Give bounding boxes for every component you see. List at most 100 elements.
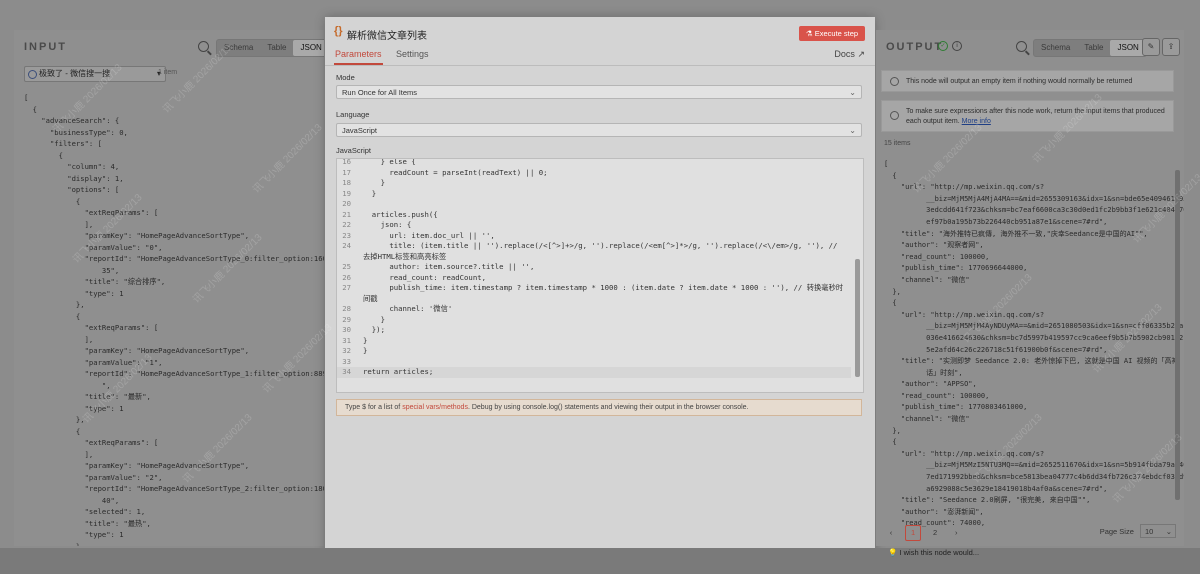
input-json-line: "extReqParams": [ xyxy=(24,208,159,217)
output-json-line: a6929088c5e3629e18419018b4af0a&scene=7#r… xyxy=(884,484,1108,493)
tab-parameters[interactable]: Parameters xyxy=(334,49,383,65)
page-size-select[interactable]: 10 ⌄ xyxy=(1140,524,1176,538)
input-json-line: { xyxy=(24,150,63,160)
tab-schema[interactable]: Schema xyxy=(1034,40,1077,56)
output-title: OUTPUT xyxy=(886,41,944,53)
info-icon[interactable]: i xyxy=(952,41,962,51)
code-line[interactable]: 间戳 xyxy=(337,294,851,305)
tab-json[interactable]: JSON xyxy=(293,40,324,56)
input-json-line: "paramValue": "0", xyxy=(24,242,163,252)
code-line[interactable]: 18 } xyxy=(337,178,851,189)
page-size-value: 10 xyxy=(1145,527,1154,536)
input-json-line: { xyxy=(24,196,81,206)
code-line[interactable]: 25 author: item.source?.title || '', xyxy=(337,262,851,273)
input-json-line: "display": 1, xyxy=(24,173,124,183)
edit-icon[interactable]: ✎ xyxy=(1142,38,1160,56)
code-line[interactable]: 23 url: item.doc_url || '', xyxy=(337,231,851,242)
input-node-select[interactable]: 极致了 - 微信搜一搜 ▾ xyxy=(24,66,166,82)
code-line[interactable]: 27 publish_time: item.timestamp ? item.t… xyxy=(337,283,851,294)
code-line[interactable]: 30 }); xyxy=(337,325,851,336)
more-info-link[interactable]: More info xyxy=(962,118,991,125)
language-select[interactable]: JavaScript ⌄ xyxy=(336,123,862,137)
code-line[interactable]: 29 } xyxy=(337,315,851,326)
chevron-down-icon: ⌄ xyxy=(849,126,856,135)
code-line[interactable]: 22 json: { xyxy=(337,220,851,231)
output-scrollbar[interactable] xyxy=(1175,170,1180,500)
line-number: 31 xyxy=(342,335,351,345)
code-line[interactable]: 17 readCount = parseInt(readText) || 0; xyxy=(337,168,851,179)
code-text: } xyxy=(363,314,385,324)
code-line[interactable]: 19 } xyxy=(337,189,851,200)
tab-schema[interactable]: Schema xyxy=(217,40,260,56)
code-editor[interactable]: 16 } else {17 readCount = parseInt(readT… xyxy=(336,158,864,393)
code-text: readCount = parseInt(readText) || 0; xyxy=(363,167,548,177)
code-node-modal: {} 解析微信文章列表 ⚗ Execute step Parameters Se… xyxy=(325,17,875,558)
input-json-line: { xyxy=(24,311,81,321)
output-json-line: }, xyxy=(884,426,901,435)
code-line[interactable]: 32} xyxy=(337,346,851,357)
search-icon[interactable] xyxy=(198,41,209,52)
mode-select[interactable]: Run Once for All Items ⌄ xyxy=(336,85,862,99)
page-2[interactable]: 2 xyxy=(928,526,942,540)
pin-icon[interactable]: ⇪ xyxy=(1162,38,1180,56)
editor-scrollbar[interactable] xyxy=(855,259,860,377)
line-number: 18 xyxy=(342,178,351,187)
output-json-line: "url": "http://mp.weixin.qq.com/s? xyxy=(884,183,1045,192)
code-line[interactable]: 16 } else { xyxy=(337,159,851,168)
output-json-line: "read_count": 100000, xyxy=(884,252,990,261)
prev-page-icon[interactable]: ‹ xyxy=(884,526,898,540)
output-view-toggle: Schema Table JSON xyxy=(1033,39,1147,57)
next-page-icon[interactable]: › xyxy=(949,526,963,540)
code-line[interactable]: 21 articles.push({ xyxy=(337,210,851,221)
line-number: 19 xyxy=(342,188,351,198)
output-json-line: "author": "观察者网", xyxy=(884,241,984,250)
tab-settings[interactable]: Settings xyxy=(396,49,429,59)
node-title[interactable]: 解析微信文章列表 xyxy=(347,27,427,42)
line-number: 17 xyxy=(342,167,351,177)
line-number: 22 xyxy=(342,220,351,229)
output-json-line: "channel": "微信" xyxy=(884,415,970,424)
output-json-line: "publish_time": 1770696644000, xyxy=(884,264,1028,273)
feedback-bar[interactable]: 💡 I wish this node would... xyxy=(888,548,979,557)
line-number: 27 xyxy=(342,283,351,292)
input-json-line: } xyxy=(24,541,81,547)
input-json-line: "type": 1 xyxy=(24,403,124,413)
input-json-line: "paramValue": "2", xyxy=(24,472,163,482)
input-json-line: "title": "最热", xyxy=(24,518,151,528)
input-json-line: "title": "最新", xyxy=(24,392,151,401)
code-line[interactable]: 28 channel: '微信' xyxy=(337,304,851,315)
special-vars-link[interactable]: special vars/methods xyxy=(402,404,468,411)
search-icon[interactable] xyxy=(1016,41,1027,52)
tab-table[interactable]: Table xyxy=(260,40,293,56)
output-json-line: __biz=MjM5MjM4AyNDUyMA==&mid=2651080503&… xyxy=(884,322,1184,331)
output-json-line: "channel": "微信" xyxy=(884,275,970,284)
code-text: 间戳 xyxy=(363,293,378,303)
code-line[interactable]: 去掉HTML标签和高亮标签 xyxy=(337,252,851,263)
code-line[interactable]: 24 title: (item.title || '').replace(/<[… xyxy=(337,241,851,252)
code-line[interactable]: 26 read_count: readCount, xyxy=(337,273,851,284)
page-size-label: Page Size xyxy=(1099,527,1134,536)
line-number: 20 xyxy=(342,199,351,208)
hint-text-post: . Debug by using console.log() statement… xyxy=(467,404,749,411)
code-line[interactable]: 20 xyxy=(337,199,851,210)
output-json-line: "author": "APPSO", xyxy=(884,380,977,389)
tab-json[interactable]: JSON xyxy=(1110,40,1146,56)
execute-step-button[interactable]: ⚗ Execute step xyxy=(799,26,865,41)
code-line[interactable]: 33 xyxy=(337,357,851,368)
page-1[interactable]: 1 xyxy=(905,525,922,541)
tab-table[interactable]: Table xyxy=(1077,40,1110,56)
input-panel: INPUT Schema Table JSON 极致了 - 微信搜一搜 ▾ 1 … xyxy=(14,30,324,546)
output-json-line: "title": "海外推特已疯傳, 海外推不一致,"庆幸Seedance是中国… xyxy=(884,229,1148,238)
code-line[interactable]: 31} xyxy=(337,336,851,347)
input-json-line: ], xyxy=(24,219,94,229)
line-number: 33 xyxy=(342,356,351,366)
code-text: read_count: readCount, xyxy=(363,272,487,282)
code-line[interactable]: 34 return articles; xyxy=(337,367,851,378)
docs-link[interactable]: Docs ↗ xyxy=(834,49,865,60)
code-text: title: (item.title || '').replace(/<[^>]… xyxy=(363,241,838,250)
input-json-line: 40", xyxy=(24,495,120,505)
code-text: json: { xyxy=(363,220,412,229)
input-json-line: "selected": 1, xyxy=(24,507,146,516)
notice1-text: This node will output an empty item if n… xyxy=(906,78,1133,85)
input-json-line: { xyxy=(24,426,81,436)
